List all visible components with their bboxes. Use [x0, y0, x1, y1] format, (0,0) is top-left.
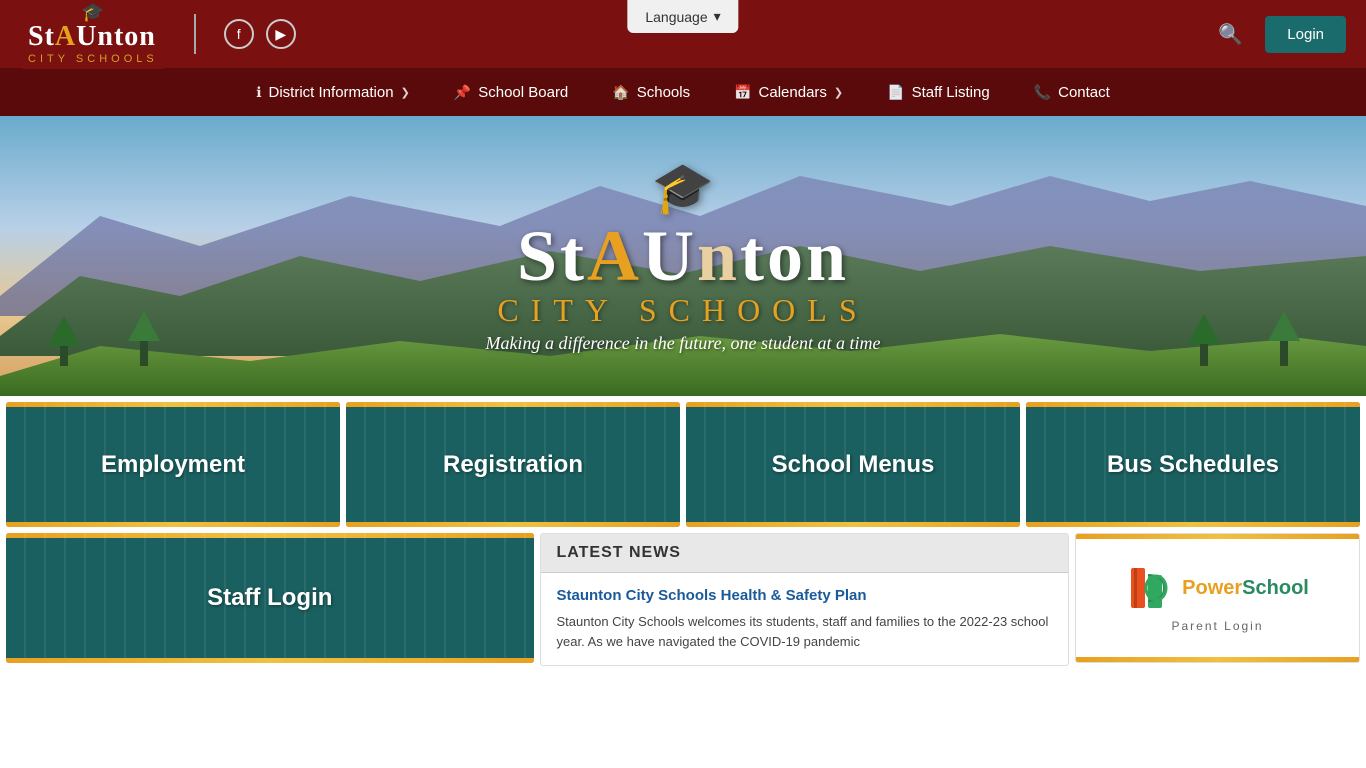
nav-item-school-board[interactable]: 📌 School Board — [432, 68, 591, 116]
hero-tagline: Making a difference in the future, one s… — [485, 333, 880, 354]
nav-item-district-information[interactable]: ℹ District Information ❯ — [234, 68, 432, 116]
quick-links-row: Employment Registration School Menus Bus… — [0, 396, 1366, 533]
nav-item-calendars[interactable]: 📅 Calendars ❯ — [712, 68, 865, 116]
nav-label-board: School Board — [478, 84, 568, 101]
nav-label-staff: Staff Listing — [912, 84, 990, 101]
powerschool-title-text: PowerSchool — [1182, 577, 1309, 600]
employment-label: Employment — [101, 451, 245, 479]
nav-item-schools[interactable]: 🏠 Schools — [590, 68, 712, 116]
hero-content: 🎓 StAUnton CITY SCHOOLS Making a differe… — [485, 159, 880, 354]
registration-label: Registration — [443, 451, 583, 479]
facebook-icon[interactable]: f — [224, 19, 254, 49]
info-icon: ℹ — [256, 84, 261, 101]
phone-icon: 📞 — [1034, 84, 1051, 101]
top-bar-right: 🔍 Login — [1212, 16, 1346, 53]
logo-text-sub: CITY SCHOOLS — [28, 53, 158, 65]
bus-schedules-button[interactable]: Bus Schedules — [1026, 402, 1360, 527]
news-article-text: Staunton City Schools welcomes its stude… — [557, 612, 1053, 651]
chevron-icon: ❯ — [401, 86, 410, 99]
registration-button[interactable]: Registration — [346, 402, 680, 527]
hero-title: StAUnton — [485, 220, 880, 292]
employment-button[interactable]: Employment — [6, 402, 340, 527]
logo-divider — [194, 14, 196, 54]
staff-login-button[interactable]: Staff Login — [6, 533, 534, 663]
youtube-icon[interactable]: ▶ — [266, 19, 296, 49]
staff-icon: 📄 — [887, 84, 904, 101]
logo-text-main: StAUnton — [28, 21, 158, 53]
search-button[interactable]: 🔍 — [1212, 16, 1249, 53]
calendar-icon: 📅 — [734, 84, 751, 101]
news-section: LATEST NEWS Staunton City Schools Health… — [540, 533, 1070, 666]
logo-box: 🎓 StAUnton CITY SCHOOLS — [20, 0, 166, 69]
nav-label-contact: Contact — [1058, 84, 1110, 101]
bottom-section: Staff Login LATEST NEWS Staunton City Sc… — [0, 533, 1366, 672]
nav-label-district: District Information — [269, 84, 394, 101]
hero-banner: 🎓 StAUnton CITY SCHOOLS Making a differe… — [0, 116, 1366, 396]
school-menus-button[interactable]: School Menus — [686, 402, 1020, 527]
school-menus-label: School Menus — [772, 451, 935, 479]
search-icon: 🔍 — [1218, 24, 1243, 46]
ps-brand-name: PowerSchool — [1182, 577, 1309, 600]
language-area: Language ▾ — [627, 0, 738, 33]
news-header: LATEST NEWS — [541, 534, 1069, 573]
login-button[interactable]: Login — [1265, 16, 1346, 53]
board-icon: 📌 — [454, 84, 471, 101]
bus-schedules-label: Bus Schedules — [1107, 451, 1279, 479]
nav-label-calendars: Calendars — [759, 84, 827, 101]
hero-city-schools: CITY SCHOOLS — [485, 292, 880, 329]
nav-item-contact[interactable]: 📞 Contact — [1012, 68, 1132, 116]
powerschool-subtitle: Parent Login — [1171, 619, 1263, 633]
nav-item-staff-listing[interactable]: 📄 Staff Listing — [865, 68, 1012, 116]
main-navigation: ℹ District Information ❯ 📌 School Board … — [0, 68, 1366, 116]
top-bar: 🎓 StAUnton CITY SCHOOLS f ▶ Language ▾ 🔍 — [0, 0, 1366, 68]
staff-login-label: Staff Login — [207, 584, 332, 612]
language-button[interactable]: Language ▾ — [627, 0, 738, 33]
social-icons: f ▶ — [224, 19, 296, 49]
powerschool-button[interactable]: PowerSchool Parent Login — [1075, 533, 1360, 663]
top-bar-left: 🎓 StAUnton CITY SCHOOLS f ▶ — [20, 0, 296, 69]
logo-area: 🎓 StAUnton CITY SCHOOLS — [20, 0, 166, 69]
powerschool-icon — [1126, 563, 1176, 613]
news-content: Staunton City Schools Health & Safety Pl… — [541, 573, 1069, 665]
powerschool-logo: PowerSchool — [1126, 563, 1309, 613]
chevron-icon-2: ❯ — [834, 86, 843, 99]
nav-label-schools: Schools — [637, 84, 690, 101]
news-article-title[interactable]: Staunton City Schools Health & Safety Pl… — [557, 587, 1053, 604]
grad-cap-icon: 🎓 — [28, 3, 158, 21]
chevron-down-icon: ▾ — [714, 8, 721, 25]
home-icon: 🏠 — [612, 84, 629, 101]
graduation-cap-icon: 🎓 — [485, 159, 880, 218]
